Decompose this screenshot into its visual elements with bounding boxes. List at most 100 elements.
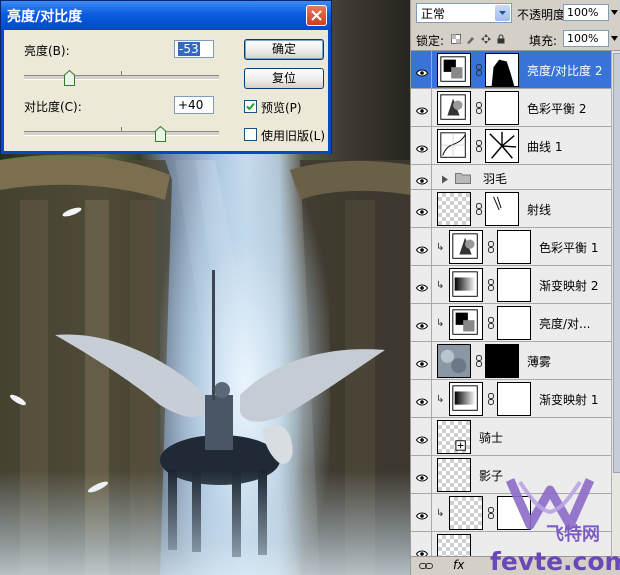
layer-row[interactable]: 曲线 1: [411, 127, 611, 165]
mask-link-icon[interactable]: [476, 64, 482, 76]
scrollbar-thumb[interactable]: [613, 53, 620, 473]
opacity-label: 不透明度:: [517, 8, 570, 22]
layer-thumbnail[interactable]: [437, 91, 471, 125]
layer-mask-thumbnail[interactable]: [497, 382, 531, 416]
mask-link-icon[interactable]: [488, 279, 494, 291]
layer-row[interactable]: 亮度/对比度 2: [411, 51, 611, 89]
blend-mode-select[interactable]: 正常: [416, 3, 512, 23]
layer-name: 射线: [527, 203, 552, 217]
layer-name: 羽毛: [483, 171, 508, 186]
layer-row[interactable]: ↳ 亮度/对...: [411, 304, 611, 342]
brightness-center-tick: [121, 71, 122, 75]
layer-mask-thumbnail[interactable]: [497, 268, 531, 302]
link-layers-icon[interactable]: [419, 561, 433, 571]
layer-mask-thumbnail[interactable]: [497, 230, 531, 264]
lock-brush-icon[interactable]: [466, 34, 476, 44]
layer-thumbnail[interactable]: [449, 268, 483, 302]
clipping-arrow-icon: ↳: [436, 508, 445, 519]
visibility-toggle[interactable]: [411, 89, 432, 126]
layer-thumbnail[interactable]: [437, 420, 471, 454]
legacy-checkbox[interactable]: [244, 128, 257, 141]
mask-link-icon[interactable]: [488, 241, 494, 253]
visibility-toggle[interactable]: [411, 228, 432, 265]
brightness-value: -53: [178, 42, 200, 56]
layer-name: 亮度/对...: [539, 317, 591, 331]
brightness-input[interactable]: -53: [174, 40, 214, 58]
contrast-input[interactable]: +40: [174, 96, 214, 114]
layer-thumbnail[interactable]: [437, 458, 471, 492]
close-button[interactable]: [306, 5, 327, 26]
opacity-arrow-icon[interactable]: [609, 5, 619, 20]
mask-link-icon[interactable]: [476, 355, 482, 367]
expand-triangle-icon[interactable]: [441, 173, 449, 184]
layer-mask-thumbnail[interactable]: [485, 344, 519, 378]
layer-name: 亮度/对比度 2: [527, 64, 603, 78]
lock-all-icon[interactable]: [496, 34, 506, 44]
layer-mask-thumbnail[interactable]: [485, 129, 519, 163]
clipping-arrow-icon: ↳: [436, 280, 445, 291]
mask-link-icon[interactable]: [488, 393, 494, 405]
visibility-toggle[interactable]: [411, 266, 432, 303]
visibility-toggle[interactable]: [411, 51, 432, 88]
folder-icon: [455, 171, 471, 184]
contrast-slider-track[interactable]: [24, 131, 219, 136]
layer-row[interactable]: 骑士: [411, 418, 611, 456]
layer-group-row[interactable]: 羽毛: [411, 165, 611, 190]
layer-mask-thumbnail[interactable]: [485, 192, 519, 226]
opacity-input[interactable]: 100%: [563, 4, 609, 21]
mask-link-icon[interactable]: [488, 317, 494, 329]
dialog-titlebar[interactable]: 亮度/对比度: [1, 1, 331, 30]
fx-icon[interactable]: fx: [453, 558, 464, 572]
layer-row[interactable]: 色彩平衡 2: [411, 89, 611, 127]
brightness-slider-thumb[interactable]: [64, 70, 76, 86]
visibility-toggle[interactable]: [411, 494, 432, 531]
visibility-toggle[interactable]: [411, 380, 432, 417]
layer-thumbnail[interactable]: [437, 53, 471, 87]
visibility-toggle[interactable]: [411, 456, 432, 493]
layer-row[interactable]: ↳ 渐变映射 1: [411, 380, 611, 418]
visibility-toggle[interactable]: [411, 165, 432, 189]
layer-name: 渐变映射 2: [539, 279, 599, 293]
layer-thumbnail[interactable]: [449, 306, 483, 340]
lock-transparency-icon[interactable]: [451, 34, 461, 44]
dialog-title: 亮度/对比度: [7, 8, 83, 25]
visibility-toggle[interactable]: [411, 304, 432, 341]
contrast-label: 对比度(C):: [24, 100, 82, 114]
visibility-toggle[interactable]: [411, 418, 432, 455]
mask-link-icon[interactable]: [476, 140, 482, 152]
layer-thumbnail[interactable]: [449, 230, 483, 264]
layer-mask-thumbnail[interactable]: [485, 53, 519, 87]
fill-value: 100%: [567, 32, 599, 45]
mask-link-icon[interactable]: [476, 203, 482, 215]
reset-button[interactable]: 复位: [244, 68, 324, 89]
layer-thumbnail[interactable]: [437, 129, 471, 163]
opacity-value: 100%: [567, 6, 599, 19]
fill-arrow-icon[interactable]: [609, 31, 619, 46]
layer-thumbnail[interactable]: [449, 496, 483, 530]
layer-mask-thumbnail[interactable]: [485, 91, 519, 125]
brightness-label: 亮度(B):: [24, 44, 70, 58]
layer-thumbnail[interactable]: [437, 192, 471, 226]
visibility-toggle[interactable]: [411, 190, 432, 227]
contrast-slider-thumb[interactable]: [155, 126, 166, 142]
layer-mask-thumbnail[interactable]: [497, 306, 531, 340]
visibility-toggle[interactable]: [411, 342, 432, 379]
visibility-toggle[interactable]: [411, 127, 432, 164]
layer-thumbnail[interactable]: [449, 382, 483, 416]
clipping-arrow-icon: ↳: [436, 318, 445, 329]
fevte-watermark-logo: 飞特网 fevte.com: [490, 478, 620, 575]
layer-row[interactable]: 射线: [411, 190, 611, 228]
brightness-slider-track[interactable]: [24, 75, 219, 80]
layer-row[interactable]: 薄雾: [411, 342, 611, 380]
layer-row[interactable]: ↳ 色彩平衡 1: [411, 228, 611, 266]
fill-input[interactable]: 100%: [563, 30, 609, 47]
ok-button[interactable]: 确定: [244, 39, 324, 60]
layer-thumbnail[interactable]: [437, 344, 471, 378]
eye-icon: [415, 66, 429, 77]
preview-label: 预览(P): [261, 101, 302, 115]
mask-link-icon[interactable]: [476, 102, 482, 114]
preview-checkbox[interactable]: [244, 100, 257, 113]
eye-icon: [415, 205, 429, 216]
layer-row[interactable]: ↳ 渐变映射 2: [411, 266, 611, 304]
lock-move-icon[interactable]: [481, 34, 491, 44]
